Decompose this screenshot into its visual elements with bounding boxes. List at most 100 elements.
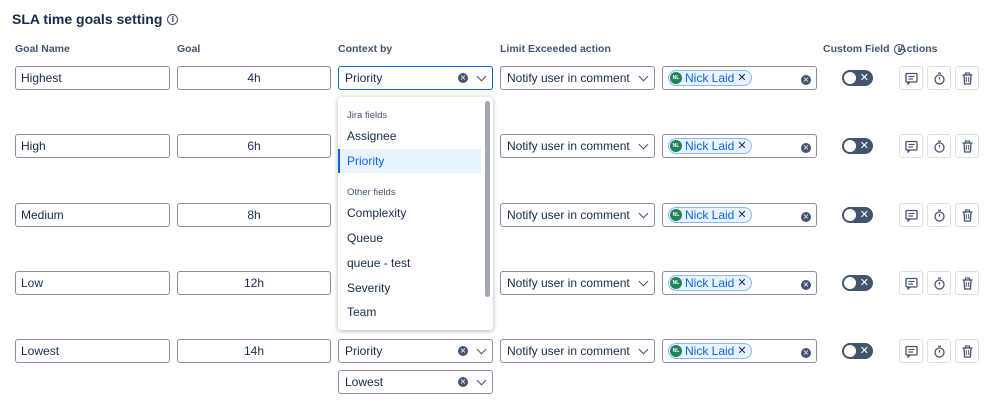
limit-action-value: Notify user in comment: [507, 71, 630, 85]
comment-button[interactable]: [899, 203, 923, 227]
goal-input[interactable]: 6h: [177, 134, 331, 158]
clear-icon[interactable]: ×: [801, 280, 811, 290]
user-picker[interactable]: NL Nick Laid ✕ ×: [662, 203, 817, 227]
comment-button[interactable]: [899, 339, 923, 363]
clear-icon[interactable]: ×: [801, 143, 811, 153]
limit-action-select[interactable]: Notify user in comment: [500, 134, 655, 158]
chevron-down-icon[interactable]: [476, 375, 487, 385]
goal-name-input[interactable]: Lowest: [15, 339, 170, 363]
dropdown-option-assignee[interactable]: Assignee: [338, 124, 481, 148]
clear-icon[interactable]: ×: [458, 73, 468, 83]
limit-action-value: Notify user in comment: [507, 276, 630, 290]
stopwatch-icon: [933, 209, 945, 222]
delete-button[interactable]: [955, 339, 979, 363]
goal-name-input[interactable]: High: [15, 134, 170, 158]
dropdown-option-queue-test[interactable]: queue - test: [338, 251, 481, 275]
chevron-down-icon[interactable]: [638, 276, 649, 286]
chevron-down-icon[interactable]: [638, 139, 649, 149]
delete-button[interactable]: [955, 203, 979, 227]
user-picker[interactable]: NL Nick Laid ✕ ×: [662, 339, 817, 363]
limit-action-value: Notify user in comment: [507, 139, 630, 153]
dropdown-group-other: Other fields: [347, 187, 396, 198]
user-picker[interactable]: NL Nick Laid ✕ ×: [662, 66, 817, 90]
delete-button[interactable]: [955, 66, 979, 90]
dropdown-option-queue[interactable]: Queue: [338, 226, 481, 250]
custom-field-toggle[interactable]: ✕: [842, 343, 873, 359]
comment-icon: [904, 72, 918, 85]
timer-button[interactable]: [927, 339, 951, 363]
custom-field-toggle[interactable]: ✕: [842, 138, 873, 154]
delete-button[interactable]: [955, 134, 979, 158]
user-chip: NL Nick Laid ✕: [668, 207, 752, 223]
remove-user-icon[interactable]: ✕: [737, 72, 746, 83]
dropdown-option-priority[interactable]: Priority: [338, 149, 481, 173]
comment-button[interactable]: [899, 66, 923, 90]
avatar: NL: [670, 209, 682, 221]
custom-field-toggle[interactable]: ✕: [842, 275, 873, 291]
context-select-value: Priority: [345, 71, 383, 85]
avatar: NL: [670, 72, 682, 84]
user-chip-label: Nick Laid: [685, 208, 735, 222]
user-chip: NL Nick Laid ✕: [668, 138, 752, 154]
user-chip: NL Nick Laid ✕: [668, 70, 752, 86]
info-icon[interactable]: i: [167, 13, 179, 25]
comment-icon: [904, 277, 918, 290]
remove-user-icon[interactable]: ✕: [737, 345, 746, 356]
timer-button[interactable]: [927, 134, 951, 158]
limit-action-select[interactable]: Notify user in comment: [500, 66, 655, 90]
chevron-down-icon[interactable]: [638, 71, 649, 81]
timer-button[interactable]: [927, 66, 951, 90]
user-picker[interactable]: NL Nick Laid ✕ ×: [662, 134, 817, 158]
context-value-select-value: Lowest: [345, 375, 384, 389]
goal-name-input[interactable]: Highest: [15, 66, 170, 90]
dropdown-option-complexity[interactable]: Complexity: [338, 201, 481, 225]
goal-name-input[interactable]: Medium: [15, 203, 170, 227]
clear-icon[interactable]: ×: [801, 75, 811, 85]
goal-input[interactable]: 14h: [177, 339, 331, 363]
limit-action-select[interactable]: Notify user in comment: [500, 203, 655, 227]
limit-action-value: Notify user in comment: [507, 344, 630, 358]
clear-icon[interactable]: ×: [458, 377, 468, 387]
remove-user-icon[interactable]: ✕: [737, 209, 746, 220]
clear-icon[interactable]: ×: [801, 348, 811, 358]
col-custom-field: Custom Field i: [823, 43, 905, 55]
timer-button[interactable]: [927, 271, 951, 295]
delete-button[interactable]: [955, 271, 979, 295]
custom-field-toggle[interactable]: ✕: [842, 70, 873, 86]
dropdown-option-severity[interactable]: Severity: [338, 276, 481, 300]
col-actions: Actions: [899, 43, 938, 55]
comment-icon: [904, 209, 918, 222]
goal-name-input[interactable]: Low: [15, 271, 170, 295]
limit-action-select[interactable]: Notify user in comment: [500, 271, 655, 295]
timer-button[interactable]: [927, 203, 951, 227]
stopwatch-icon: [933, 72, 945, 85]
clear-icon[interactable]: ×: [801, 212, 811, 222]
comment-button[interactable]: [899, 271, 923, 295]
comment-icon: [904, 140, 918, 153]
chevron-down-icon[interactable]: [638, 344, 649, 354]
goal-input[interactable]: 4h: [177, 66, 331, 90]
chevron-down-icon[interactable]: [476, 71, 487, 81]
dropdown-group-jira: Jira fields: [347, 110, 388, 121]
chevron-down-icon[interactable]: [638, 208, 649, 218]
chevron-down-icon[interactable]: [476, 344, 487, 354]
context-select[interactable]: Priority ×: [338, 66, 493, 90]
col-goal: Goal: [177, 43, 201, 55]
stopwatch-icon: [933, 140, 945, 153]
dropdown-option-team[interactable]: Team: [338, 300, 481, 324]
goal-input[interactable]: 8h: [177, 203, 331, 227]
remove-user-icon[interactable]: ✕: [737, 277, 746, 288]
clear-icon[interactable]: ×: [458, 346, 468, 356]
context-value-select[interactable]: Lowest ×: [338, 370, 493, 394]
comment-button[interactable]: [899, 134, 923, 158]
user-chip-label: Nick Laid: [685, 344, 735, 358]
limit-action-select[interactable]: Notify user in comment: [500, 339, 655, 363]
remove-user-icon[interactable]: ✕: [737, 140, 746, 151]
user-picker[interactable]: NL Nick Laid ✕ ×: [662, 271, 817, 295]
custom-field-toggle[interactable]: ✕: [842, 207, 873, 223]
goal-input[interactable]: 12h: [177, 271, 331, 295]
dropdown-scrollbar[interactable]: [485, 101, 490, 297]
col-limit-action: Limit Exceeded action: [500, 43, 611, 55]
page-title: SLA time goals setting i: [12, 11, 179, 27]
context-select[interactable]: Priority ×: [338, 339, 493, 363]
